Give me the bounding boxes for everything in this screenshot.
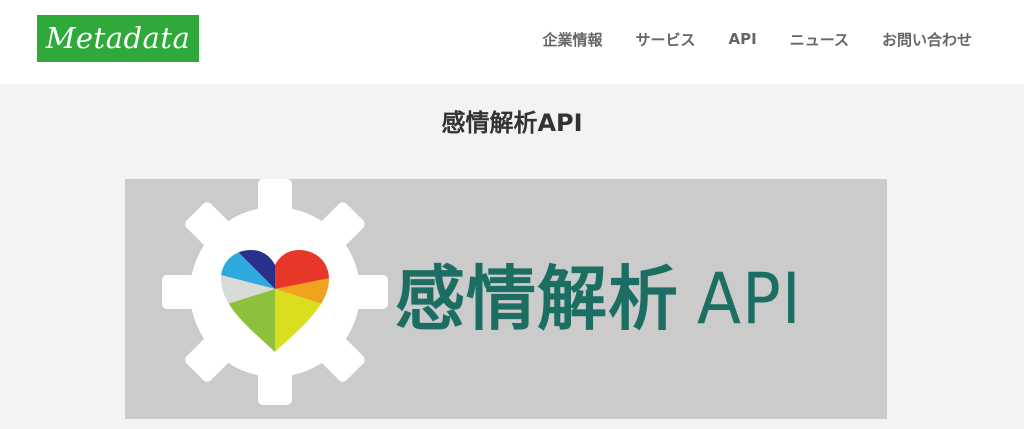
banner-title-main: 感情解析 [395,258,679,340]
site-header: Metadata 企業情報 サービス API ニュース お問い合わせ [0,0,1024,84]
nav-item-company[interactable]: 企業情報 [543,29,603,50]
main-nav: 企業情報 サービス API ニュース お問い合わせ [543,0,973,78]
banner-title: 感情解析 API [395,249,811,349]
nav-item-contact[interactable]: お問い合わせ [882,29,972,50]
nav-item-news[interactable]: ニュース [790,29,849,50]
nav-item-services[interactable]: サービス [636,29,696,50]
banner-title-api: API [697,258,802,340]
page-title: 感情解析API [441,109,583,137]
hero-banner: 感情解析 API [125,179,887,419]
nav-item-api[interactable]: API [729,30,757,48]
logo-text: Metadata [45,21,191,55]
site-logo[interactable]: Metadata [37,15,199,62]
